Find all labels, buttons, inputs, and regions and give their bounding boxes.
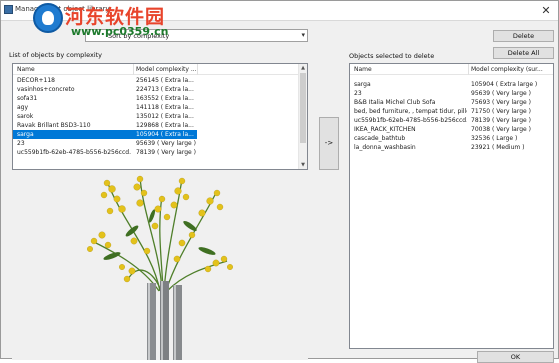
item-complexity: 23921 ( Medium ) [471,144,525,151]
left-list-label: List of objects by complexity [9,51,103,59]
scroll-thumb[interactable] [300,73,306,143]
list-item[interactable]: 23 95639 ( Very large ) [13,139,307,148]
watermark-logo-icon [33,3,63,33]
list-item[interactable]: bed, bed furniture, , tempat tidur, pill… [350,107,553,116]
list-item[interactable]: Ravak Brillant BSD3-110 129868 ( Extra l… [13,121,307,130]
item-name: B&B Italia Michel Club Sofa [354,99,436,106]
app-icon [4,5,13,14]
column-header-name[interactable]: Name [17,66,35,73]
column-header-complexity[interactable]: Model complexity ... [136,66,197,73]
item-name: cascade_bathtub [354,135,406,142]
list-item[interactable]: sofa31 163552 ( Extra la... [13,94,307,103]
item-complexity: 78139 ( Very large ) [136,149,196,156]
right-list-label: Objects selected to delete [349,52,435,60]
column-header-complexity[interactable]: Model complexity (sur... [471,66,543,73]
list-item[interactable]: DECOR+118 256145 ( Extra la... [13,76,307,85]
close-icon[interactable]: ✕ [538,4,554,18]
item-complexity: 95639 ( Very large ) [136,140,196,147]
list-item-selected[interactable]: sarga 105904 ( Extra la... [13,130,197,139]
item-name: uc559b1fb-62eb-4785-b556-b256ccd... [354,117,467,124]
item-complexity: 32536 ( Large ) [471,135,518,142]
list-item[interactable]: B&B Italia Michel Club Sofa 75693 ( Very… [350,98,553,107]
scroll-down-icon[interactable]: ▼ [299,161,307,169]
item-complexity: 163552 ( Extra la... [136,95,194,102]
item-complexity: 71750 ( Very large ) [471,108,531,115]
item-name: sarga [354,81,371,88]
ok-button[interactable]: OK [477,351,554,363]
item-complexity: 135012 ( Extra la... [136,113,194,120]
list-item[interactable]: cascade_bathtub 32536 ( Large ) [350,134,553,143]
column-divider[interactable] [468,64,469,75]
item-complexity: 256145 ( Extra la... [136,77,194,84]
item-complexity: 95639 ( Very large ) [471,90,531,97]
column-divider[interactable] [133,64,134,75]
item-name: uc559b1fb-62eb-4785-b556-b256ccd... [17,149,131,156]
item-name: Ravak Brillant BSD3-110 [17,122,91,129]
column-header-name[interactable]: Name [354,66,372,73]
item-complexity: 75693 ( Very large ) [471,99,531,106]
item-name: IKEA_RACK_KITCHEN [354,126,416,133]
item-name: la_donna_washbasin [354,144,416,151]
item-name: DECOR+118 [17,77,55,84]
scroll-up-icon[interactable]: ▲ [299,64,307,72]
delete-list[interactable]: Name Model complexity (sur... sarga 1059… [349,63,554,349]
item-complexity: 129868 ( Extra la... [136,122,194,129]
list-item[interactable]: sarga 105904 ( Extra large ) [350,80,553,89]
item-complexity: 105904 ( Extra large ) [471,81,538,88]
library-window: Management object library ✕ Sort by comp… [0,0,559,363]
list-scrollbar[interactable]: ▲ ▼ [298,64,307,169]
object-list-header: Name Model complexity ... [13,64,307,75]
item-complexity: 141118 ( Extra la... [136,104,194,111]
object-list[interactable]: Name Model complexity ... DECOR+118 2561… [12,63,308,170]
delete-list-header: Name Model complexity (sur... [350,64,553,75]
list-item[interactable]: uc559b1fb-62eb-4785-b556-b256ccd... 7813… [13,148,307,157]
item-name: vasinhos+concreto [17,86,75,93]
list-item[interactable]: 23 95639 ( Very large ) [350,89,553,98]
item-complexity: 78139 ( Very large ) [471,117,531,124]
item-complexity: 105904 ( Extra la... [136,131,194,138]
item-name: bed, bed furniture, , tempat tidur, pill… [354,108,467,115]
item-name: 23 [17,140,25,147]
column-divider[interactable] [197,64,198,75]
list-item[interactable]: uc559b1fb-62eb-4785-b556-b256ccd... 7813… [350,116,553,125]
item-complexity: 224713 ( Extra la... [136,86,194,93]
list-item[interactable]: la_donna_washbasin 23921 ( Medium ) [350,143,553,152]
list-item[interactable]: IKEA_RACK_KITCHEN 70038 ( Very large ) [350,125,553,134]
list-item[interactable]: sarok 135012 ( Extra la... [13,112,307,121]
site-watermark: 河东软件园 www.pc0359.cn [33,1,203,39]
flower-vase-image [12,171,308,360]
item-name: 23 [354,90,362,97]
item-name: agy [17,104,29,111]
item-name: sarga [17,131,34,138]
watermark-url: www.pc0359.cn [71,25,169,38]
list-item[interactable]: agy 141118 ( Extra la... [13,103,307,112]
item-complexity: 70038 ( Very large ) [471,126,531,133]
list-item[interactable]: vasinhos+concreto 224713 ( Extra la... [13,85,307,94]
item-name: sofa31 [17,95,38,102]
object-preview [12,171,308,360]
item-name: sarok [17,113,34,120]
delete-all-button[interactable]: Delete All [493,47,554,59]
chevron-down-icon[interactable]: ▾ [301,31,305,39]
delete-button[interactable]: Delete [493,30,554,42]
move-to-delete-button[interactable]: -> [319,117,339,170]
